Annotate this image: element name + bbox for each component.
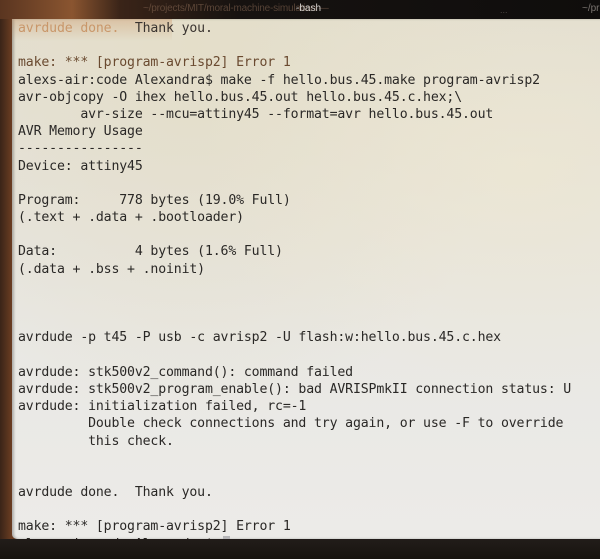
terminal-line: avrdude done. Thank you.: [18, 484, 571, 501]
terminal-line-text: Double check connections and try again, …: [18, 416, 564, 432]
terminal-line-text: make: *** [program-avrisp2] Error 1: [18, 519, 291, 535]
terminal-line: AVR Memory Usage: [18, 123, 571, 140]
terminal-line: Double check connections and try again, …: [18, 415, 571, 432]
terminal-line: avrdude: initialization failed, rc=-1: [18, 398, 571, 415]
terminal-line: this check.: [18, 433, 571, 450]
window-title-process: -bash: [296, 3, 322, 14]
terminal-line-text: this check.: [18, 433, 174, 449]
terminal-title-bar[interactable]: ~/projects/MIT/moral-machine-simulation …: [0, 0, 600, 19]
terminal-line-text: Program: 778 bytes (19.0% Full): [18, 192, 291, 208]
terminal-line: Data: 4 bytes (1.6% Full): [18, 243, 571, 260]
terminal-line: avr-objcopy -O ihex hello.bus.45.out hel…: [18, 89, 571, 106]
title-path-text: ~/projects/MIT/moral-machine-simulation: [143, 3, 317, 14]
terminal-line: avrdude done. Thank you.: [18, 20, 571, 37]
terminal-line-text: avr-objcopy -O ihex hello.bus.45.out hel…: [18, 89, 463, 105]
terminal-line-text: Device: attiny45: [18, 158, 143, 174]
terminal-line-text: avrdude: initialization failed, rc=-1: [18, 399, 307, 415]
terminal-line: ----------------: [18, 140, 571, 157]
terminal-line: Device: attiny45: [18, 158, 571, 175]
terminal-line-text: avr-size --mcu=attiny45 --format=avr hel…: [18, 106, 494, 122]
terminal-line: make: *** [program-avrisp2] Error 1: [18, 518, 571, 535]
terminal-line: (.data + .bss + .noinit): [18, 261, 571, 278]
terminal-line-tail: Thank you.: [134, 21, 213, 36]
terminal-line: avrdude: stk500v2_program_enable(): bad …: [18, 381, 571, 398]
terminal-line-text: avrdude done.: [18, 21, 135, 36]
terminal-line-text: Data: 4 bytes (1.6% Full): [18, 244, 283, 260]
terminal-line: avrdude -p t45 -P usb -c avrisp2 -U flas…: [18, 329, 571, 346]
terminal-line-text: AVR Memory Usage: [18, 124, 143, 140]
terminal-line-text: alexs-air:code Alexandra$ make -f hello.…: [18, 72, 540, 88]
terminal-line: make: *** [program-avrisp2] Error 1: [18, 54, 571, 71]
terminal-line-text: avrdude: stk500v2_program_enable(): bad …: [18, 381, 572, 397]
terminal-line-text: (.data + .bss + .noinit): [18, 261, 205, 277]
terminal-line-text: (.text + .data + .bootloader): [18, 210, 244, 226]
terminal-output: avrdude done. Thank you. make: *** [progr…: [18, 20, 571, 553]
screen-bezel: [0, 539, 600, 559]
terminal-content-area[interactable]: avrdude done. Thank you. make: *** [progr…: [12, 19, 600, 552]
terminal-line: (.text + .data + .bootloader): [18, 209, 571, 226]
terminal-line: alexs-air:code Alexandra$ make -f hello.…: [18, 72, 571, 89]
terminal-line-text: avrdude -p t45 -P usb -c avrisp2 -U flas…: [18, 330, 501, 346]
terminal-line-text: ----------------: [18, 141, 143, 157]
terminal-line: avr-size --mcu=attiny45 --format=avr hel…: [18, 106, 571, 123]
terminal-line: Program: 778 bytes (19.0% Full): [18, 192, 571, 209]
terminal-line-text: avrdude: stk500v2_command(): command fai…: [18, 364, 353, 380]
tab-right-partial[interactable]: ~/pr: [582, 3, 600, 14]
photo-scene: ~/projects/MIT/moral-machine-simulation …: [0, 0, 600, 559]
terminal-line-text: make: *** [program-avrisp2] Error 1: [18, 55, 291, 71]
terminal-line-text: avrdude done. Thank you.: [18, 485, 213, 501]
terminal-line: avrdude: stk500v2_command(): command fai…: [18, 364, 571, 381]
tab-overflow-indicator[interactable]: ...: [500, 5, 508, 15]
